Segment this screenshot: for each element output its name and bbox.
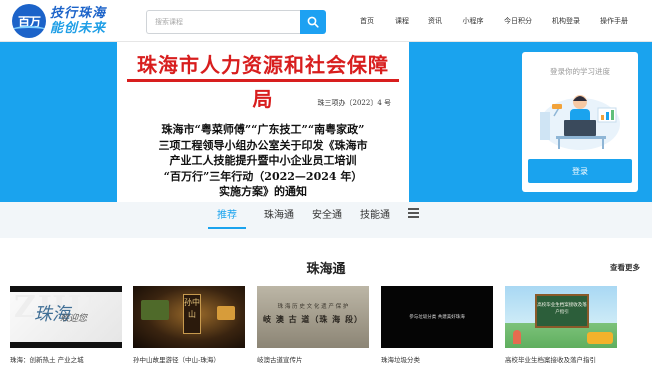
notice-title-line: 珠海市“粤菜师傅”“广东技工”“南粤家政”	[161, 123, 365, 136]
nav-daily-points[interactable]: 今日积分	[494, 16, 542, 26]
login-button[interactable]: 登录	[528, 159, 632, 183]
video-card[interactable]: 孙中山 孙中山故里游径（中山-珠海）	[133, 286, 245, 364]
video-thumbnail: 珠 海 历 史 文 化 遗 产 保 护 岐 澳 古 道（珠 海 段）	[257, 286, 369, 348]
video-thumbnail: ZHU 珠海 欢迎您	[10, 286, 122, 348]
nav-news[interactable]: 资讯	[418, 16, 452, 26]
thumb-text: 参与垃圾分类 共建美好珠海	[409, 315, 465, 320]
search-icon	[307, 16, 319, 28]
notice-org-header: 珠海市人力资源和社会保障局	[127, 48, 399, 111]
tab-recommended[interactable]: 推荐	[208, 206, 246, 229]
video-caption: 孙中山故里游径（中山-珠海）	[133, 356, 220, 364]
login-card: 登录你的学习进度 登录	[522, 52, 638, 192]
thumb-text: 欢迎您	[60, 314, 88, 324]
site-logo[interactable]: 百万 技行珠海 能创未来	[12, 4, 106, 38]
nav-courses[interactable]: 课程	[386, 16, 418, 26]
nav-manual[interactable]: 操作手册	[590, 16, 638, 26]
notice-title-line: 产业工人技能提升暨中小企业员工培训	[169, 154, 357, 167]
zhuhai-tong-section: 珠海通 查看更多 ZHU 珠海 欢迎您 珠海：创新热土 产业之城 孙中山 孙中山…	[0, 238, 652, 382]
video-caption: 高校毕业生档案接收及落户指引	[505, 356, 596, 364]
notice-title-line: 实施方案》的通知	[219, 185, 307, 198]
tab-skills-tong[interactable]: 技能通	[360, 206, 390, 227]
nav-miniprogram[interactable]: 小程序	[452, 16, 494, 26]
video-thumbnail: 高校毕业生档案接收及落户指引	[505, 286, 617, 348]
video-thumbnail: 孙中山	[133, 286, 245, 348]
notice-title-line: “百万行”三年行动（2022—2024 年）	[163, 169, 363, 183]
video-caption: 珠海垃圾分类	[381, 356, 420, 364]
search-input[interactable]	[146, 10, 300, 34]
thumb-text: 孙中山	[183, 294, 201, 334]
thumb-text: 珠 海 历 史 文 化 遗 产 保 护	[277, 304, 349, 310]
notice-document-number: 珠三项办〔2022〕4 号	[317, 99, 392, 107]
menu-icon[interactable]	[408, 208, 419, 218]
nav-org-login[interactable]: 机构登录	[542, 16, 590, 26]
logo-emblem: 百万	[12, 4, 46, 38]
video-card[interactable]: 参与垃圾分类 共建美好珠海 珠海垃圾分类	[381, 286, 493, 364]
logo-slogan-line-2: 能创未来	[50, 21, 107, 36]
main-nav: 首页 课程 资讯 小程序 今日积分 机构登录 操作手册	[348, 0, 638, 42]
notice-title-line: 三项工程领导小组办公室关于印发《珠海市	[158, 138, 368, 152]
logo-slogan-line-1: 技行珠海	[50, 6, 107, 21]
section-title: 珠海通	[306, 262, 346, 277]
category-tabs: 推荐 珠海通 安全通 技能通	[208, 206, 419, 232]
search-button[interactable]	[300, 10, 326, 34]
video-caption: 岐澳古道宣传片	[257, 356, 303, 364]
logo-slogan: 技行珠海 能创未来	[50, 6, 106, 36]
video-card[interactable]: 高校毕业生档案接收及落户指引 高校毕业生档案接收及落户指引	[505, 286, 617, 364]
thumb-text: 高校毕业生档案接收及落户指引	[535, 294, 589, 328]
login-hint: 登录你的学习进度	[550, 67, 610, 76]
search-bar	[146, 10, 326, 34]
tab-safety-tong[interactable]: 安全通	[312, 206, 342, 227]
thumb-text: 岐 澳 古 道（珠 海 段）	[263, 314, 363, 324]
video-caption: 珠海：创新热土 产业之城	[10, 356, 84, 364]
view-more-link[interactable]: 查看更多	[610, 262, 640, 273]
tab-zhuhai-tong[interactable]: 珠海通	[264, 206, 294, 227]
nav-home[interactable]: 首页	[348, 16, 386, 26]
notice-banner-image[interactable]: 珠海市人力资源和社会保障局 珠三项办〔2022〕4 号 珠海市“粤菜师傅”“广东…	[117, 42, 409, 202]
video-card[interactable]: ZHU 珠海 欢迎您 珠海：创新热土 产业之城	[10, 286, 122, 364]
video-card[interactable]: 珠 海 历 史 文 化 遗 产 保 护 岐 澳 古 道（珠 海 段） 岐澳古道宣…	[257, 286, 369, 364]
top-header: 百万 技行珠海 能创未来 首页 课程 资讯 小程序 今日积分 机构登录 操作手册	[0, 0, 652, 42]
video-thumbnail: 参与垃圾分类 共建美好珠海	[381, 286, 493, 348]
study-illustration	[540, 95, 620, 150]
notice-title: 珠海市“粤菜师傅”“广东技工”“南粤家政” 三项工程领导小组办公室关于印发《珠海…	[131, 122, 395, 200]
